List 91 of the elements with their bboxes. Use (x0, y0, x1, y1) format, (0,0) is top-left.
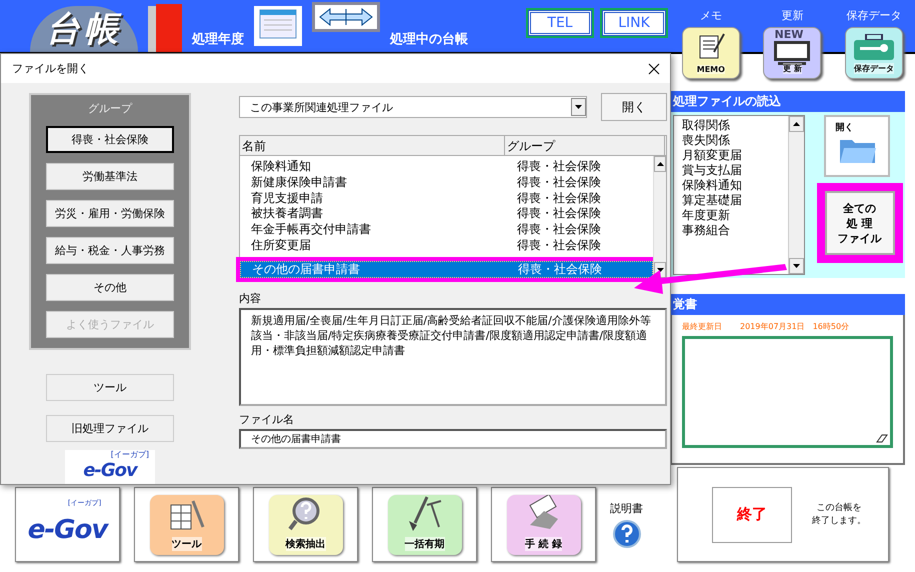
group-cell-text: 得喪・社会保険 (517, 238, 602, 253)
column-header[interactable]: グループ (505, 136, 665, 155)
records-button[interactable]: 手 続 録 (491, 487, 596, 562)
group-button[interactable]: 労働基準法 (46, 163, 174, 190)
file-name-cell-text: 育児支援申請 (250, 190, 324, 206)
list-item[interactable]: 賞与支払届 (682, 163, 780, 178)
old-files-button[interactable]: 旧処理ファイル (46, 415, 174, 442)
tool-button[interactable]: ツール (46, 374, 174, 401)
open-folder-button[interactable]: 開く (824, 115, 890, 177)
list-item[interactable]: 年度更新 (682, 208, 780, 223)
search-button[interactable]: 検索抽出 (253, 487, 358, 562)
panel-title: 処理ファイルの読込 (670, 91, 905, 112)
file-row[interactable]: 新健康保険申請書 得喪・社会保険 (240, 174, 653, 190)
scrollbar[interactable] (653, 156, 666, 278)
memo-field[interactable] (682, 336, 893, 448)
tool-caption: 保存データ (846, 8, 902, 23)
file-row[interactable]: 住所変更届 得喪・社会保険 (240, 237, 653, 254)
dialog-title: ファイルを開く (12, 61, 89, 76)
manual-label: 説明書 (610, 501, 643, 516)
last-updated-value: 2019年07月31日 16時50分 (740, 321, 850, 332)
switch-ledger-button[interactable] (312, 2, 380, 32)
fiscal-year-label: 処理年度 (192, 30, 244, 49)
filename-field[interactable]: その他の届書申請書 (239, 429, 667, 449)
calendar-icon[interactable] (254, 6, 302, 46)
group-button[interactable]: 得喪・社会保険 (46, 126, 174, 153)
scope-dropdown[interactable]: この事業所関連処理ファイル (239, 96, 587, 118)
group-button[interactable]: その他 (46, 274, 174, 301)
file-name-cell-text: 新健康保険申請書 (250, 175, 348, 190)
bulk-button[interactable]: 一括有期 (372, 487, 477, 562)
all-files-button[interactable]: 全ての 処 理 ファイル (824, 191, 894, 255)
file-name-cell-text: その他の届書申請書 (251, 262, 361, 278)
open-button[interactable]: 開く (601, 93, 667, 121)
list-item[interactable]: 事務組合 (682, 223, 780, 238)
double-arrow-icon (318, 8, 374, 26)
file-name-cell-text: 住所変更届 (250, 238, 312, 253)
group-cell-text: 得喪・社会保険 (517, 206, 602, 222)
egov-logo[interactable]: [イーガブ] e-Gov (65, 450, 155, 484)
tool-button[interactable]: ツール (134, 487, 239, 562)
group-cell-text: 得喪・社会保険 (517, 159, 602, 174)
scroll-up-icon[interactable] (656, 162, 664, 166)
column-header[interactable]: 名前 (240, 136, 505, 155)
tile-label: MEMO (696, 65, 725, 74)
panel-title: 覚書 (670, 294, 905, 315)
binder-icon (148, 4, 182, 52)
file-row[interactable]: 被扶養者調書 得喪・社会保険 (240, 206, 653, 222)
update-tile[interactable]: NEW 更 新 (763, 27, 822, 79)
group-cell-text: 得喪・社会保険 (517, 175, 602, 190)
content-text: 新規適用届/全喪届/生年月日訂正届/高齢受給者証回収不能届/介護保険適用除外等該当・非該当届/特定疾病療養受療証交付申請書/限度額適用認定申請書/限度額適用・標準負担額減額認定申請書 (239, 308, 667, 406)
scroll-up-icon[interactable] (793, 122, 800, 126)
tile-label: 保存データ (854, 63, 894, 74)
group-button[interactable]: 労災・雇用・労働保険 (46, 200, 174, 227)
filename-label: ファイル名 (239, 412, 295, 427)
list-item[interactable]: 保険料通知 (682, 178, 780, 193)
memo-tile[interactable]: MEMO (682, 27, 740, 79)
file-name-cell-text: 年金手帳再交付申請書 (250, 222, 372, 238)
tile-label: 更 新 (783, 63, 802, 74)
tel-button[interactable]: TEL (528, 10, 592, 36)
monitor-icon (772, 40, 812, 66)
current-ledger-label: 処理中の台帳 (390, 31, 468, 49)
link-button[interactable]: LINK (602, 10, 666, 36)
group-cell-text: 得喪・社会保険 (517, 222, 602, 238)
group-title: グループ (88, 101, 132, 116)
scroll-down-icon[interactable] (656, 268, 664, 272)
exit-button[interactable]: 終了 (712, 486, 792, 542)
toolbox-key-icon (852, 34, 896, 62)
file-name-cell-text: 保険料通知 (250, 159, 312, 174)
scrollbar[interactable] (788, 116, 804, 274)
new-label: NEW (774, 29, 804, 41)
list-item[interactable]: 月額変更届 (682, 148, 780, 163)
content-label: 内容 (239, 291, 262, 306)
help-icon[interactable] (612, 520, 640, 548)
group-button[interactable]: 給与・税金・人事労務 (46, 237, 174, 264)
file-row[interactable]: 年金手帳再交付申請書 得喪・社会保険 (240, 222, 653, 238)
tool-caption: 更新 (781, 8, 804, 23)
group-cell-text: 得喪・社会保険 (517, 190, 602, 206)
eraser-icon[interactable] (876, 434, 888, 443)
app-logo: 台帳 (30, 6, 138, 52)
list-item[interactable]: 喪失関係 (682, 133, 780, 148)
file-row[interactable]: 保険料通知 得喪・社会保険 (240, 159, 653, 175)
tool-caption: メモ (700, 8, 722, 23)
scroll-down-icon[interactable] (793, 264, 800, 268)
close-button[interactable] (646, 60, 662, 76)
save-tile[interactable]: 保存データ (845, 27, 904, 79)
list-item[interactable]: 取得関係 (682, 118, 780, 133)
group-cell-text: 得喪・社会保険 (518, 262, 603, 278)
caret-icon (575, 105, 582, 109)
file-row[interactable]: 育児支援申請 得喪・社会保険 (240, 190, 653, 206)
exit-note: この台帳を 終了します。 (812, 502, 866, 528)
last-updated-label: 最終更新日 (682, 321, 722, 332)
list-item[interactable]: 算定基礎届 (682, 193, 780, 208)
file-name-cell-text: 被扶養者調書 (250, 206, 324, 222)
